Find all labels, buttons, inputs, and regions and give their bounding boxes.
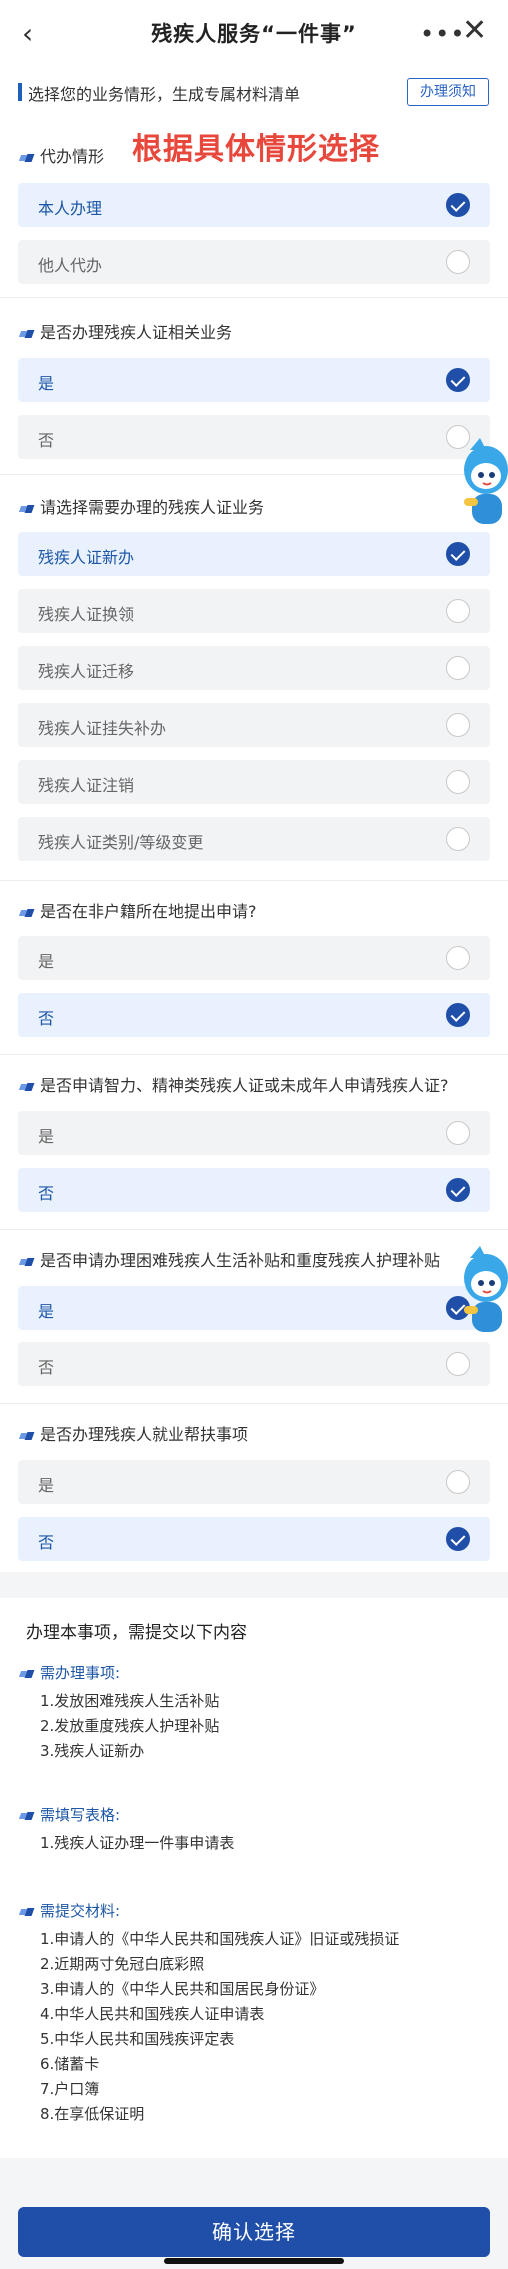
list-item: 3.申请人的《中华人民共和国居民身份证》 (40, 1980, 325, 1998)
checked-radio-icon[interactable] (446, 368, 470, 392)
list-item: 1.发放困难残疾人生活补贴 (40, 1692, 220, 1710)
divider (0, 880, 508, 881)
intro-accent-bar (18, 83, 22, 101)
option-row[interactable]: 他人代办 (18, 240, 490, 284)
section-marker-icon (20, 1669, 34, 1679)
list-item: 7.户口簿 (40, 2080, 100, 2098)
option-row[interactable]: 是 (18, 1111, 490, 1155)
mascot-assistant-icon[interactable] (452, 1240, 508, 1340)
confirm-button[interactable]: 确认选择 (18, 2207, 490, 2257)
intro-row: 选择您的业务情形，生成专属材料清单 办理须知 (0, 74, 508, 116)
list-item: 1.残疾人证办理一件事申请表 (40, 1834, 235, 1852)
option-row[interactable]: 残疾人证类别/等级变更 (18, 817, 490, 861)
option-row[interactable]: 残疾人证换领 (18, 589, 490, 633)
section-marker-icon (20, 504, 34, 514)
section-marker-icon (20, 908, 34, 918)
list-item: 8.在享低保证明 (40, 2105, 145, 2123)
divider (0, 1229, 508, 1230)
option-row[interactable]: 是 (18, 1286, 490, 1330)
checked-radio-icon[interactable] (446, 542, 470, 566)
intro-text: 选择您的业务情形，生成专属材料清单 (28, 85, 301, 104)
question-title: 是否办理残疾人证相关业务 (20, 322, 232, 344)
section-marker-icon (20, 1431, 34, 1441)
option-row[interactable]: 否 (18, 1168, 490, 1212)
section-marker-icon (20, 1082, 34, 1092)
question-title: 是否办理残疾人就业帮扶事项 (20, 1424, 248, 1446)
unchecked-radio-icon[interactable] (446, 827, 470, 851)
hint-text: 根据具体情形选择 (132, 132, 380, 167)
option-row[interactable]: 否 (18, 993, 490, 1037)
unchecked-radio-icon[interactable] (446, 1470, 470, 1494)
question-title: 代办情形 (20, 146, 104, 168)
more-dots-icon[interactable]: ••• (420, 20, 465, 48)
summary-card: 办理本事项，需提交以下内容 需办理事项: 1.发放困难残疾人生活补贴 2.发放重… (0, 1598, 508, 2158)
option-row[interactable]: 残疾人证挂失补办 (18, 703, 490, 747)
option-row[interactable]: 是 (18, 358, 490, 402)
question-title: 是否在非户籍所在地提出申请? (20, 901, 257, 923)
header-bar: ‹ 残疾人服务“一件事” ••• ✕ (0, 0, 508, 70)
list-item: 1.申请人的《中华人民共和国残疾人证》旧证或残损证 (40, 1930, 400, 1948)
option-row[interactable]: 是 (18, 1460, 490, 1504)
question-title: 是否申请办理困难残疾人生活补贴和重度残疾人护理补贴 (20, 1250, 440, 1272)
option-row[interactable]: 残疾人证注销 (18, 760, 490, 804)
checked-radio-icon[interactable] (446, 1178, 470, 1202)
section-separator (0, 1572, 508, 1598)
option-row[interactable]: 残疾人证迁移 (18, 646, 490, 690)
option-row[interactable]: 否 (18, 1342, 490, 1386)
divider (0, 474, 508, 475)
matters-title: 需办理事项: (20, 1662, 120, 1683)
option-row[interactable]: 否 (18, 415, 490, 459)
option-row[interactable]: 本人办理 (18, 183, 490, 227)
unchecked-radio-icon[interactable] (446, 599, 470, 623)
list-item: 4.中华人民共和国残疾人证申请表 (40, 2005, 265, 2023)
unchecked-radio-icon[interactable] (446, 713, 470, 737)
mascot-assistant-icon[interactable] (452, 432, 508, 532)
list-item: 2.发放重度残疾人护理补贴 (40, 1717, 220, 1735)
list-item: 3.残疾人证新办 (40, 1742, 145, 1760)
question-title: 是否申请智力、精神类残疾人证或未成年人申请残疾人证? (20, 1075, 449, 1097)
option-row[interactable]: 残疾人证新办 (18, 532, 490, 576)
unchecked-radio-icon[interactable] (446, 770, 470, 794)
summary-title: 办理本事项，需提交以下内容 (26, 1623, 247, 1643)
unchecked-radio-icon[interactable] (446, 656, 470, 680)
divider (0, 297, 508, 298)
list-item: 2.近期两寸免冠白底彩照 (40, 1955, 205, 1973)
unchecked-radio-icon[interactable] (446, 1352, 470, 1376)
divider (0, 1054, 508, 1055)
section-marker-icon (20, 1257, 34, 1267)
home-indicator (164, 2258, 344, 2264)
materials-title: 需提交材料: (20, 1900, 120, 1921)
option-row[interactable]: 是 (18, 936, 490, 980)
close-icon[interactable]: ✕ (462, 16, 487, 46)
option-row[interactable]: 否 (18, 1517, 490, 1561)
list-item: 6.储蓄卡 (40, 2055, 100, 2073)
list-item: 5.中华人民共和国残疾评定表 (40, 2030, 235, 2048)
question-title: 请选择需要办理的残疾人证业务 (20, 497, 264, 519)
unchecked-radio-icon[interactable] (446, 1121, 470, 1145)
checked-radio-icon[interactable] (446, 1003, 470, 1027)
checked-radio-icon[interactable] (446, 1527, 470, 1551)
divider (0, 1403, 508, 1404)
section-marker-icon (20, 329, 34, 339)
checked-radio-icon[interactable] (446, 193, 470, 217)
guide-button[interactable]: 办理须知 (407, 78, 489, 106)
section-marker-icon (20, 1907, 34, 1917)
unchecked-radio-icon[interactable] (446, 250, 470, 274)
unchecked-radio-icon[interactable] (446, 946, 470, 970)
section-marker-icon (20, 1811, 34, 1821)
section-marker-icon (20, 153, 34, 163)
forms-title: 需填写表格: (20, 1804, 120, 1825)
